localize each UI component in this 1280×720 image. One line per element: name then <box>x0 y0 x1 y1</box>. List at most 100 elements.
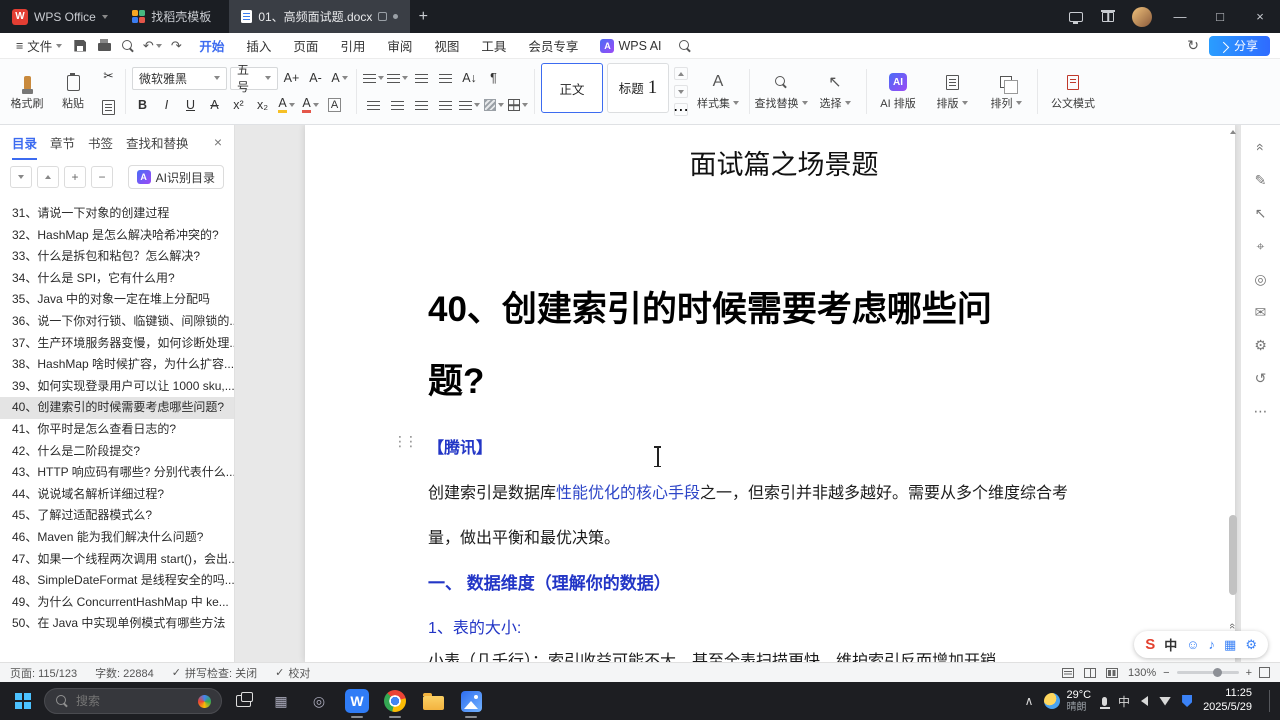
style-set-button[interactable]: A 样式集 <box>693 63 743 120</box>
tab-bookmarks[interactable]: 书签 <box>88 133 113 152</box>
template-store-tab[interactable]: 找稻壳模板 <box>120 0 224 33</box>
more-tools-icon[interactable]: ⋯ <box>1251 401 1271 421</box>
tray-expand-icon[interactable]: ∧ <box>1025 694 1034 708</box>
word-count[interactable]: 字数: 22884 <box>95 665 154 681</box>
toc-item[interactable]: 45、了解过适配器模式么? <box>0 505 234 527</box>
security-shield-icon[interactable] <box>1182 695 1193 707</box>
print-button[interactable] <box>92 35 116 57</box>
toc-item[interactable]: 44、说说域名解析详细过程? <box>0 484 234 506</box>
paragraph-mark-button[interactable]: ¶ <box>483 68 504 89</box>
fit-page-icon[interactable] <box>1259 667 1270 678</box>
style-body[interactable]: 正文 <box>541 63 603 113</box>
volume-icon[interactable] <box>1141 696 1149 706</box>
web-view-icon[interactable] <box>1105 667 1118 678</box>
file-menu[interactable]: ≡ 文件 <box>10 36 68 55</box>
toc-item[interactable]: 39、如何实现登录用户可以让 1000 sku,... <box>0 376 234 398</box>
app-icon-2[interactable]: ◎ <box>302 684 336 718</box>
wps-writer-app[interactable]: W <box>340 684 374 718</box>
decrease-font-button[interactable]: A- <box>305 68 326 89</box>
italic-button[interactable]: I <box>156 95 177 116</box>
file-explorer-app[interactable] <box>416 684 450 718</box>
ime-toolbox-icon[interactable]: ⚙ <box>1245 637 1257 653</box>
tab-tools[interactable]: 工具 <box>470 33 517 59</box>
tab-find-replace[interactable]: 查找和替换 <box>126 133 189 152</box>
ime-mode-indicator[interactable]: 中 <box>1164 635 1177 654</box>
style-scroll-up-button[interactable] <box>674 67 688 80</box>
document-page[interactable]: 面试篇之场景题 40、创建索引的时候需要考虑哪些问 题? 【腾讯】 创建索引是数… <box>305 125 1235 662</box>
toc-item[interactable]: 46、Maven 能为我们解决什么问题? <box>0 527 234 549</box>
toc-expand-button[interactable]: + <box>64 166 86 188</box>
toc-locate-button[interactable] <box>37 166 59 188</box>
toc-item[interactable]: 40、创建索引的时候需要考虑哪些问题? <box>0 397 234 419</box>
toc-filter-button[interactable] <box>10 166 32 188</box>
microphone-tray-icon[interactable] <box>1099 696 1110 709</box>
borders-button[interactable] <box>507 95 528 116</box>
input-language-indicator[interactable]: 中 <box>1118 693 1130 710</box>
tab-view[interactable]: 视图 <box>423 33 470 59</box>
sort-button[interactable]: A↓ <box>459 68 480 89</box>
annotate-pen-icon[interactable]: ✎ <box>1251 170 1271 190</box>
underline-button[interactable]: U <box>180 95 201 116</box>
align-left-button[interactable] <box>363 95 384 116</box>
sogou-logo-icon[interactable]: S <box>1145 636 1155 653</box>
zoom-in-button[interactable]: + <box>1246 667 1252 679</box>
print-preview-button[interactable] <box>116 35 140 57</box>
toc-item[interactable]: 42、什么是二阶段提交? <box>0 441 234 463</box>
character-shading-button[interactable]: A <box>324 95 345 116</box>
window-switch-icon[interactable] <box>1060 0 1092 33</box>
cut-button[interactable]: ✂ <box>98 65 119 86</box>
double-page-view-icon[interactable] <box>1083 667 1096 678</box>
find-replace-button[interactable]: 查找替换 <box>755 63 808 120</box>
toc-item[interactable]: 34、什么是 SPI，它有什么用? <box>0 268 234 290</box>
numbered-list-button[interactable] <box>387 68 408 89</box>
increase-indent-button[interactable] <box>435 68 456 89</box>
settings-tool-icon[interactable]: ⚙ <box>1251 335 1271 355</box>
align-right-button[interactable] <box>411 95 432 116</box>
zoom-slider[interactable] <box>1176 667 1239 677</box>
tab-review[interactable]: 审阅 <box>376 33 423 59</box>
select-tool-icon[interactable]: ↖ <box>1251 203 1271 223</box>
chrome-app[interactable] <box>378 684 412 718</box>
emoji-picker-icon[interactable]: ☺ <box>1186 637 1199 652</box>
arrange-button[interactable]: 排列 <box>981 63 1031 120</box>
page-indicator[interactable]: 页面: 115/123 <box>10 665 77 681</box>
paste-button[interactable]: 粘贴 <box>52 63 94 120</box>
save-button[interactable] <box>68 35 92 57</box>
align-center-button[interactable] <box>387 95 408 116</box>
zoom-out-button[interactable]: − <box>1163 667 1169 679</box>
page-view-icon[interactable] <box>1061 667 1074 678</box>
user-avatar[interactable] <box>1132 6 1152 27</box>
toc-item[interactable]: 47、如果一个线程两次调用 start()，会出... <box>0 549 234 571</box>
share-button[interactable]: 分享 <box>1208 35 1270 56</box>
toc-item[interactable]: 41、你平时是怎么查看日志的? <box>0 419 234 441</box>
back-to-top-icon[interactable]: « <box>1251 137 1271 157</box>
show-desktop-button[interactable] <box>1269 690 1270 712</box>
shading-button[interactable] <box>483 95 504 116</box>
font-color-button[interactable]: A <box>300 95 321 116</box>
superscript-button[interactable]: x² <box>228 95 249 116</box>
format-painter-button[interactable]: 格式刷 <box>6 63 48 120</box>
bullet-list-button[interactable] <box>363 68 384 89</box>
official-doc-mode-button[interactable]: 公文模式 <box>1044 63 1102 120</box>
toc-item[interactable]: 38、HashMap 啥时候扩容，为什么扩容... <box>0 354 234 376</box>
spellcheck-status[interactable]: ✓ 拼写检查: 关闭 <box>172 665 257 681</box>
ai-recognize-toc-button[interactable]: A AI识别目录 <box>127 165 224 189</box>
toc-item[interactable]: 43、HTTP 响应码有哪些? 分别代表什么... <box>0 462 234 484</box>
app-icon-1[interactable]: ▦ <box>264 684 298 718</box>
network-icon[interactable] <box>1159 696 1172 706</box>
photos-app[interactable] <box>454 684 488 718</box>
weather-widget[interactable]: 29°C 晴朗 <box>1044 689 1091 713</box>
subscript-button[interactable]: x₂ <box>252 95 273 116</box>
minimize-button[interactable]: — <box>1160 0 1200 33</box>
toc-item[interactable]: 35、Java 中的对象一定在堆上分配吗 <box>0 289 234 311</box>
font-family-select[interactable]: 微软雅黑 <box>132 66 227 90</box>
ai-layout-button[interactable]: AI AI 排版 <box>873 63 923 120</box>
style-scroll-down-button[interactable] <box>674 85 688 98</box>
decrease-indent-button[interactable] <box>411 68 432 89</box>
layout-button[interactable]: 排版 <box>927 63 977 120</box>
task-view-button[interactable] <box>226 684 260 718</box>
style-gallery-more-button[interactable]: ⋯ <box>673 102 689 119</box>
tab-home[interactable]: 开始 <box>188 33 235 59</box>
toc-item[interactable]: 50、在 Java 中实现单例模式有哪些方法 <box>0 613 234 635</box>
ribbon-search-button[interactable] <box>673 35 697 57</box>
